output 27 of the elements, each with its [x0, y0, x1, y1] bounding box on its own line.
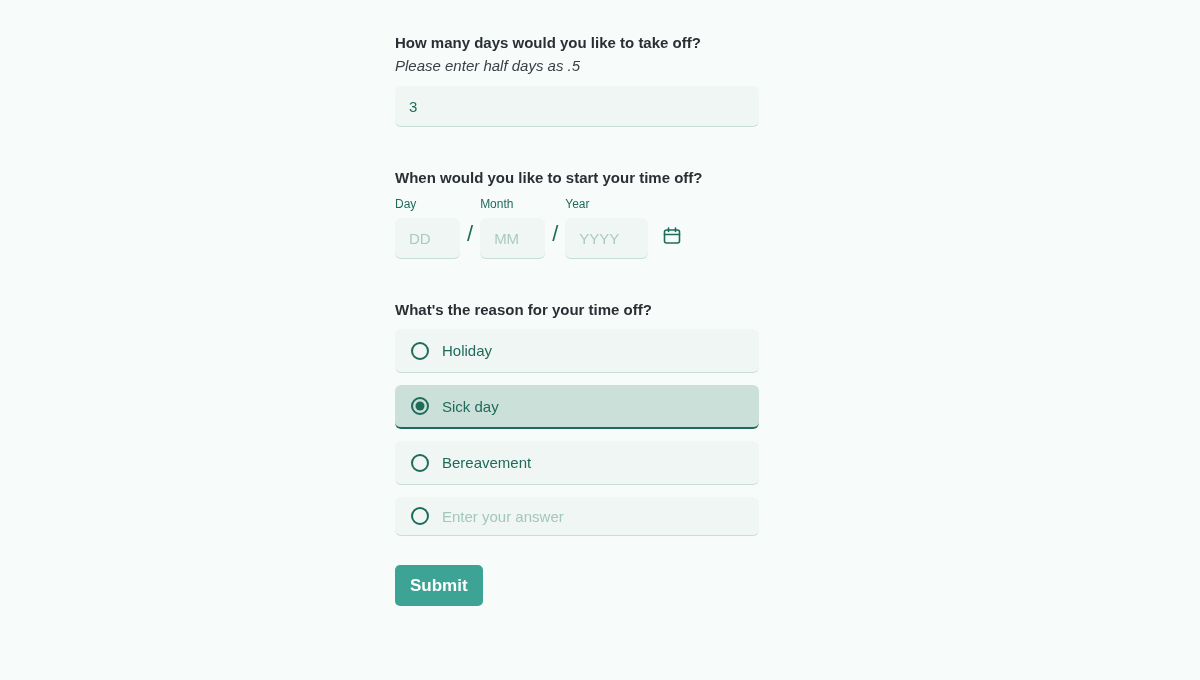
field-label: Day — [395, 197, 417, 211]
option-row[interactable]: Sick day — [395, 385, 759, 429]
calendar-icon[interactable] — [663, 227, 682, 245]
radio-button[interactable] — [411, 507, 429, 525]
date-separator: / — [466, 221, 475, 247]
option-label[interactable]: Holiday — [442, 342, 493, 359]
answer-field[interactable]: Enter your answer — [442, 507, 743, 525]
date-separator: / — [551, 221, 560, 247]
date-field[interactable]: YYYY — [565, 218, 649, 259]
option-label[interactable]: Bereavement — [442, 454, 532, 471]
option-label[interactable]: Sick day — [442, 397, 499, 415]
submit-button[interactable]: Submit — [395, 565, 483, 606]
question-label: What's the reason for your time off? — [395, 301, 653, 319]
option-row[interactable]: Holiday — [395, 329, 759, 373]
radio-button[interactable] — [411, 341, 429, 360]
question-label: When would you like to start your time off? — [395, 169, 704, 187]
question-label: How many days would you like to take off? — [395, 34, 702, 52]
hint-text: Please enter half days as .5 — [395, 57, 582, 75]
option-row[interactable]: Enter your answer — [395, 497, 759, 536]
radio-button[interactable] — [411, 453, 429, 472]
field-label: Month — [480, 197, 514, 211]
field-label: Year — [565, 197, 590, 211]
date-field[interactable]: DD — [395, 218, 460, 259]
days-field[interactable]: 3 — [395, 86, 759, 127]
radio-button[interactable] — [411, 397, 429, 415]
date-field[interactable]: MM — [480, 218, 546, 259]
option-row[interactable]: Bereavement — [395, 441, 759, 485]
